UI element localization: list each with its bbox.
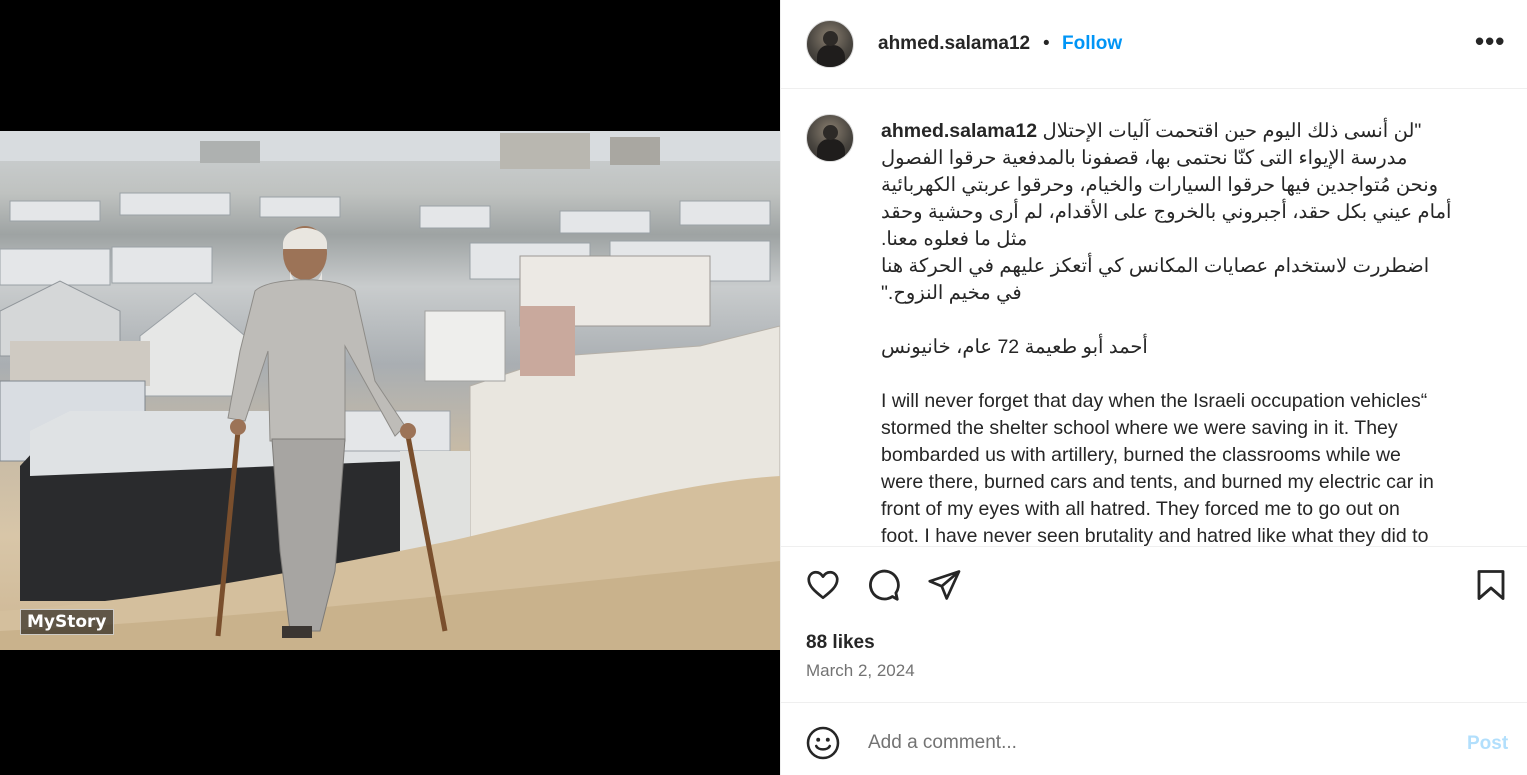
caption-english-line: front of my eyes with all hatred. They f… xyxy=(881,498,1400,520)
caption-arabic-line: مثل ما فعلوه معنا. xyxy=(881,228,1028,250)
likes-count[interactable]: 88 likes xyxy=(806,632,875,654)
caption-arabic-line: مدرسة الإيواء التى كنّا نحتمى بها، قصفون… xyxy=(881,147,1408,169)
caption-username[interactable]: ahmed.salama12 xyxy=(881,120,1037,142)
post-photo[interactable] xyxy=(0,131,780,650)
caption-first-line: ahmed.salama12 "لن أنسى ذلك اليوم حين اق… xyxy=(881,118,1481,145)
comment-icon[interactable] xyxy=(865,567,901,603)
more-options-icon[interactable]: ••• xyxy=(1475,26,1505,57)
comment-input[interactable] xyxy=(866,727,1430,759)
caption-english-line: stormed the shelter school where we were… xyxy=(881,417,1398,439)
separator-dot: • xyxy=(1043,33,1050,54)
follow-button[interactable]: Follow xyxy=(1062,33,1122,55)
mystory-watermark: MyStory xyxy=(20,609,114,635)
caption-english-line: foot. I have never seen brutality and ha… xyxy=(881,525,1429,546)
post-sidebar: ahmed.salama12 • Follow ••• ahmed.salama… xyxy=(780,0,1527,775)
post-button[interactable]: Post xyxy=(1467,733,1508,755)
caption-area: ahmed.salama12 "لن أنسى ذلك اليوم حين اق… xyxy=(781,90,1527,546)
media-pane: MyStory xyxy=(0,0,780,775)
caption-arabic-line: ونحن مُتواجدين فيها حرقوا السيارات والخي… xyxy=(881,174,1439,196)
caption-english-line: bombarded us with artillery, burned the … xyxy=(881,444,1401,466)
heart-icon[interactable] xyxy=(805,567,841,603)
post-actions: 88 likes March 2, 2024 xyxy=(781,546,1527,702)
post-header: ahmed.salama12 • Follow ••• xyxy=(781,0,1527,89)
caption-avatar[interactable] xyxy=(806,114,854,162)
share-icon[interactable] xyxy=(926,567,962,603)
comment-bar: Post xyxy=(781,702,1527,775)
bookmark-icon[interactable] xyxy=(1473,567,1509,603)
emoji-icon[interactable] xyxy=(805,725,841,761)
caption-signature: أحمد أبو طعيمة 72 عام، خانيونس xyxy=(881,336,1148,358)
caption-english-line: were there, burned cars and tents, and b… xyxy=(881,471,1434,493)
avatar[interactable] xyxy=(806,20,854,68)
header-username[interactable]: ahmed.salama12 xyxy=(878,33,1030,55)
caption-arabic-first: "لن أنسى ذلك اليوم حين اقتحمت آليات الإح… xyxy=(1042,120,1422,142)
caption-arabic-line: في مخيم النزوح." xyxy=(881,282,1022,304)
caption-arabic-line: اضطررت لاستخدام عصايات المكانس كي أتعكز … xyxy=(881,255,1430,277)
caption-english-line: I will never forget that day when the Is… xyxy=(881,390,1428,412)
caption-arabic-line: أمام عيني بكل حقد، أجبروني بالخروج على ا… xyxy=(881,201,1452,223)
post-date[interactable]: March 2, 2024 xyxy=(806,661,915,681)
caption-text: ahmed.salama12 "لن أنسى ذلك اليوم حين اق… xyxy=(881,118,1481,546)
